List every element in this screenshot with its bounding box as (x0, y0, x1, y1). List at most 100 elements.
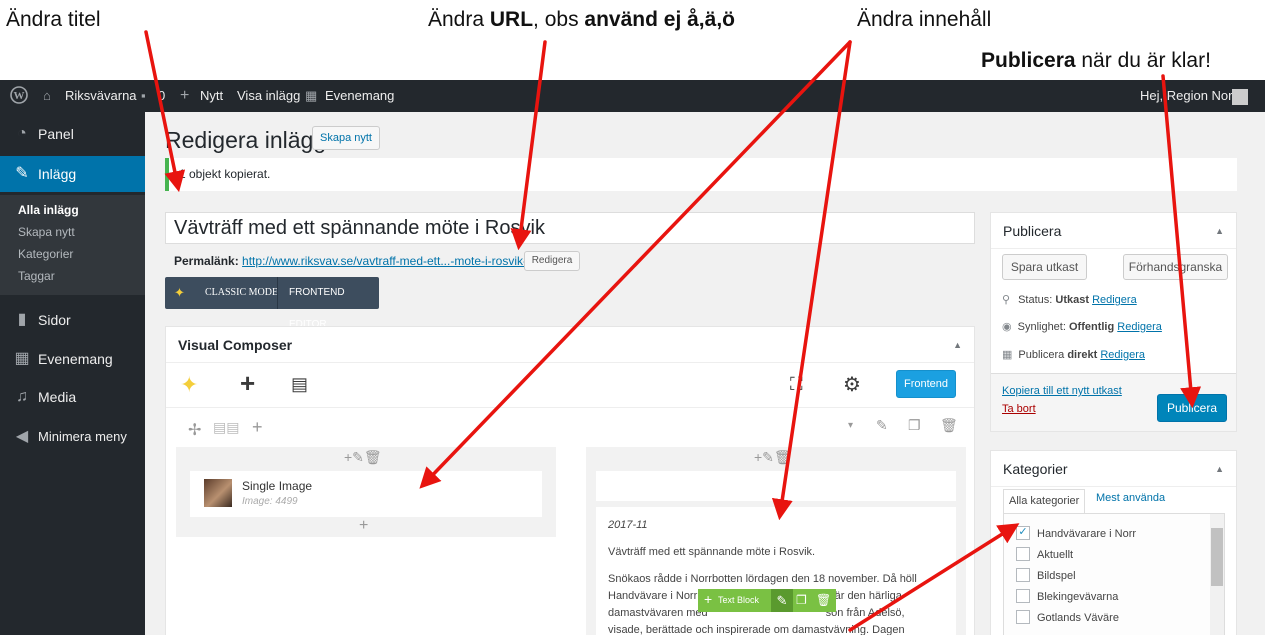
view-post-link[interactable]: Visa inlägg (237, 80, 300, 112)
classic-mode-button[interactable]: CLASSIC MODE (205, 277, 278, 309)
row-toggle-icon[interactable]: ▾ (848, 420, 853, 431)
new-content-link[interactable]: Nytt (200, 80, 223, 112)
checkbox[interactable] (1016, 547, 1030, 561)
home-icon: ⌂ (43, 88, 51, 103)
settings-gear-icon[interactable]: ⚙ (843, 372, 861, 397)
vc-logo-icon: ✦ (174, 285, 185, 300)
pages-icon: ▮ (17, 311, 27, 328)
permalink-edit-button[interactable]: Redigera (524, 251, 580, 271)
text-block-add-icon[interactable]: + (704, 591, 712, 607)
text-date: 2017-11 (608, 519, 648, 531)
sidebar-item-panel[interactable]: ◔ Panel (0, 116, 145, 152)
admin-sidebar: ◔ Panel ✎ Inlägg Alla inlägg Skapa nytt Ka… (0, 112, 145, 635)
events-link[interactable]: Evenemang (325, 80, 394, 112)
sidebar-item-events[interactable]: ▦ Evenemang (0, 341, 145, 377)
row-clone-icon[interactable]: ❐ (908, 417, 921, 434)
save-draft-button[interactable]: Spara utkast (1002, 254, 1087, 280)
site-name-link[interactable]: Riksvävarna (65, 80, 137, 112)
column-add-element-icon[interactable]: + (359, 517, 368, 535)
trash-link[interactable]: Ta bort (1002, 403, 1036, 415)
screenshot-stage: Ändra titel Ändra URL, obs använd ej å,ä… (0, 0, 1282, 635)
checkbox[interactable] (1016, 568, 1030, 582)
category-item[interactable]: Blekingevävarna (1016, 589, 1118, 604)
text-body-line-1: Snökaos rådde i Norrbotten lördagen den … (608, 573, 917, 585)
sidebar-item-media[interactable]: ♫ Media (0, 379, 145, 415)
wordpress-logo-icon[interactable]: W (10, 80, 30, 112)
vc-logo-icon[interactable]: ✦ (180, 372, 198, 398)
sidebar-item-collapse[interactable]: ◀ Minimera meny (0, 419, 145, 455)
account-greeting[interactable]: Hej, Region Norr (1140, 80, 1237, 112)
add-element-icon[interactable]: + (240, 368, 255, 399)
vc-mode-switch: ✦ CLASSIC MODE FRONTEND EDITOR (165, 277, 379, 330)
frontend-editor-button[interactable]: FRONTEND EDITOR (289, 277, 379, 330)
visibility-edit-link[interactable]: Redigera (1117, 321, 1162, 333)
checkbox[interactable] (1016, 610, 1030, 624)
text-block-clone-icon[interactable]: ❐ (796, 593, 807, 607)
tab-all-categories[interactable]: Alla kategorier (1003, 489, 1086, 514)
category-scrollbar[interactable] (1210, 514, 1224, 635)
comments-icon[interactable]: ▪ (141, 80, 146, 112)
avatar[interactable] (1232, 80, 1248, 112)
submenu-add-new[interactable]: Skapa nytt (0, 221, 145, 243)
column-left: +✎🗑 Single Image Image: 4499 + (176, 447, 556, 537)
submenu-categories[interactable]: Kategorier (0, 243, 145, 265)
annotation-change-url: Ändra URL, obs använd ej å,ä,ö (428, 8, 735, 31)
permalink-row: Permalänk: http://www.riksvav.se/vavtraf… (174, 254, 538, 268)
visual-composer-box: Visual Composer ▲ ✦ + ▤ ⛶ ⚙ Frontend ✢ ▤… (165, 326, 975, 635)
sidebar-item-pages[interactable]: ▮ Sidor (0, 302, 145, 338)
single-image-label: Single Image (242, 479, 313, 493)
category-item[interactable]: Gotlands Väväre (1016, 610, 1119, 625)
category-item[interactable]: ✓ Handvävarare i Norr (1016, 526, 1136, 541)
checkbox-checked[interactable]: ✓ (1016, 526, 1030, 540)
text-body-line-3b: son från Adelsö, (825, 607, 905, 619)
publish-button[interactable]: Publicera (1157, 394, 1227, 422)
eye-icon: ◉ (1002, 321, 1012, 333)
comments-count[interactable]: 0 (158, 80, 165, 112)
preview-button[interactable]: Förhandsgranska (1123, 254, 1228, 280)
checkbox[interactable] (1016, 589, 1030, 603)
tab-most-used[interactable]: Mest använda (1096, 492, 1165, 504)
row-delete-icon[interactable]: 🗑 (940, 417, 958, 434)
column-controls-icon[interactable]: +✎🗑 (754, 449, 792, 466)
post-title-input[interactable]: Vävträff med ett spännande möte i Rosvik (165, 212, 975, 244)
toggle-arrow-icon[interactable]: ▲ (1215, 451, 1224, 487)
visual-composer-title: Visual Composer (166, 327, 974, 363)
permalink-url[interactable]: http://www.riksvav.se/vavtraff-med-ett..… (242, 254, 537, 268)
copy-to-draft-link[interactable]: Kopiera till ett nytt utkast (1002, 385, 1122, 397)
publish-box-title: Publicera (991, 213, 1236, 249)
categories-title: Kategorier (991, 451, 1236, 487)
sidebar-item-posts[interactable]: ✎ Inlägg (0, 156, 145, 192)
toggle-arrow-icon[interactable]: ▲ (953, 327, 962, 363)
submenu-tags[interactable]: Taggar (0, 265, 145, 287)
submenu-all-posts[interactable]: Alla inlägg (0, 199, 145, 221)
add-new-button[interactable]: Skapa nytt (312, 126, 380, 150)
schedule-edit-link[interactable]: Redigera (1100, 349, 1145, 361)
text-block-delete-icon[interactable]: 🗑 (816, 593, 831, 607)
annotation-change-title: Ändra titel (6, 8, 101, 31)
text-body-line-4: visade, berättade och inspirerade om dam… (608, 624, 905, 635)
text-block-edit-icon[interactable]: ✎ (771, 589, 793, 612)
pin-icon: ✎ (15, 165, 29, 182)
templates-icon[interactable]: ▤ (291, 374, 308, 395)
calendar-icon: ▦ (14, 350, 30, 367)
empty-element[interactable] (596, 471, 956, 501)
column-controls-icon[interactable]: +✎🗑 (344, 449, 382, 466)
text-block-element[interactable]: 2017-11 Vävträff med ett spännande möte … (596, 507, 956, 635)
collapse-icon: ◀ (15, 428, 29, 445)
dashboard-icon: ◔ (17, 125, 27, 142)
single-image-element[interactable]: Single Image Image: 4499 (190, 471, 542, 517)
toggle-arrow-icon[interactable]: ▲ (1215, 213, 1224, 249)
row-move-icon[interactable]: ✢ (188, 420, 201, 440)
category-item[interactable]: Aktuellt (1016, 547, 1073, 562)
fullscreen-icon[interactable]: ⛶ (790, 374, 803, 395)
annotation-change-content: Ändra innehåll (857, 8, 992, 31)
pin-icon: ⚲ (1002, 294, 1011, 306)
row-edit-pencil-icon[interactable]: ✎ (876, 417, 888, 434)
calendar-icon: ▦ (305, 88, 318, 103)
single-image-id: Image: 4499 (242, 496, 298, 507)
row-layout-icon[interactable]: ▤▤ (213, 419, 239, 436)
row-add-column-icon[interactable]: + (252, 417, 263, 438)
status-edit-link[interactable]: Redigera (1092, 294, 1137, 306)
category-item[interactable]: Bildspel (1016, 568, 1076, 583)
frontend-button[interactable]: Frontend (896, 370, 956, 398)
